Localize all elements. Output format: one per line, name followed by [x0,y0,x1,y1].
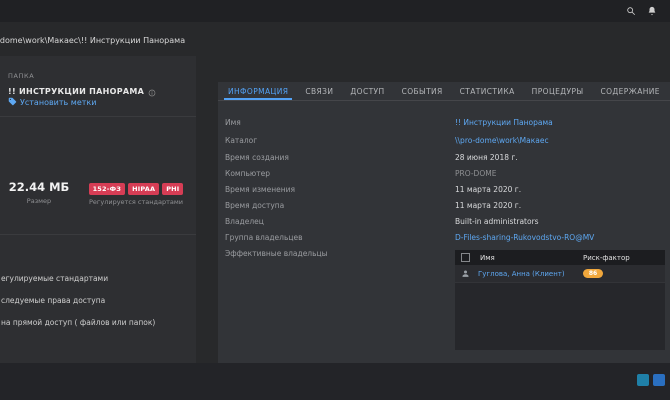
tab-information[interactable]: ИНФОРМАЦИЯ [224,82,293,100]
info-value-computer: PRO-DOME [455,169,497,178]
info-row-computer: Компьютер PRO-DOME [218,169,670,183]
tab-statistics[interactable]: СТАТИСТИКА [456,82,519,100]
sidebar-item-regulated-standards[interactable]: егулируемые стандартами [1,274,201,283]
corner-widget-buttons [637,374,665,386]
size-value: 22.44 МБ [8,180,70,194]
owner-name-link[interactable]: Гуглова, Анна (Клиент) [478,270,565,278]
search-icon[interactable] [625,5,637,17]
info-label: Компьютер [225,169,270,178]
breadcrumb: -dome\work\Макаес\!! Инструкции Панорама [0,36,186,45]
size-stat: 22.44 МБ Размер [6,180,72,205]
risk-factor-badge: 86 [583,269,603,278]
sidebar-section-label: ПАПКА [8,72,35,80]
info-row-owner: Владелец Built-in administrators [218,217,670,231]
info-row-owner-group: Группа владельцев D-Files-sharing-Rukovo… [218,233,670,247]
info-row-catalog: Каталог \\pro-dome\work\Макаес [218,136,670,150]
tab-relations[interactable]: СВЯЗИ [301,82,337,100]
tag-icon [8,97,17,108]
effective-owners-table: Имя Риск-фактор Гуглова, Анна (Клиент) 8… [455,250,665,350]
size-caption: Размер [26,197,52,205]
info-value-owner: Built-in administrators [455,217,539,226]
user-icon [461,269,470,278]
details-panel: ИНФОРМАЦИЯ СВЯЗИ ДОСТУП СОБЫТИЯ СТАТИСТИ… [218,82,670,363]
tab-access[interactable]: ДОСТУП [346,82,388,100]
sidebar-divider [0,116,196,117]
widget-button-1[interactable] [637,374,649,386]
standards-caption: Регулируется стандартами [89,198,183,206]
folder-title: !! ИНСТРУКЦИИ ПАНОРАМА [8,87,145,96]
tab-bar: ИНФОРМАЦИЯ СВЯЗИ ДОСТУП СОБЫТИЯ СТАТИСТИ… [218,82,670,101]
top-bar [0,0,670,22]
info-label: Время доступа [225,201,285,210]
tab-procedures[interactable]: ПРОЦЕДУРЫ [528,82,588,100]
info-value-created: 28 июня 2018 г. [455,153,518,162]
info-value-name-link[interactable]: !! Инструкции Панорама [455,118,553,127]
info-row-modified: Время изменения 11 марта 2020 г. [218,185,670,199]
standard-badge-hipaa[interactable]: HIPAA [128,183,160,195]
info-label: Каталог [225,136,258,145]
standard-badge-152fz[interactable]: 152-ФЗ [88,183,126,195]
info-row-accessed: Время доступа 11 марта 2020 г. [218,201,670,215]
info-value-owner-group-link[interactable]: D-Files-sharing-Rukovodstvo-RO@MV [455,233,594,242]
info-value-catalog-link[interactable]: \\pro-dome\work\Макаес [455,136,549,145]
standards-badge-row: 152-ФЗ HIPAA PHI [82,183,190,195]
sidebar-item-inherited-permissions[interactable]: следуемые права доступа [1,296,201,305]
info-label: Время изменения [225,185,296,194]
table-header-row: Имя Риск-фактор [455,250,665,265]
folder-info-icon[interactable] [148,82,156,101]
set-labels-label: Установить метки [20,98,97,107]
column-header-risk-factor[interactable]: Риск-фактор [583,254,630,262]
widget-button-2[interactable] [653,374,665,386]
sidebar-item-direct-access[interactable]: на прямой доступ ( файлов или папок) [1,318,201,327]
select-all-checkbox[interactable] [461,253,470,262]
standard-badge-phi[interactable]: PHI [162,183,184,195]
info-value-modified: 11 марта 2020 г. [455,185,522,194]
info-label: Группа владельцев [225,233,303,242]
info-label: Владелец [225,217,264,226]
info-label: Время создания [225,153,289,162]
info-row-created: Время создания 28 июня 2018 г. [218,153,670,167]
sidebar-panel: ПАПКА !! ИНСТРУКЦИИ ПАНОРАМА Установить … [0,56,196,363]
table-row[interactable]: Гуглова, Анна (Клиент) 86 [455,265,665,283]
tab-contents[interactable]: СОДЕРЖАНИЕ [596,82,663,100]
standards-stat: 152-ФЗ HIPAA PHI Регулируется стандартам… [82,183,190,206]
info-value-accessed: 11 марта 2020 г. [455,201,522,210]
tab-events[interactable]: СОБЫТИЯ [398,82,447,100]
set-labels-link[interactable]: Установить метки [8,97,96,108]
info-row-name: Имя !! Инструкции Панорама [218,118,670,132]
notifications-bell-icon[interactable] [646,5,658,17]
sidebar-divider [0,234,196,235]
info-label: Имя [225,118,241,127]
info-label: Эффективные владельцы [225,249,328,258]
bottom-strip [0,363,670,400]
column-header-name[interactable]: Имя [480,254,495,262]
